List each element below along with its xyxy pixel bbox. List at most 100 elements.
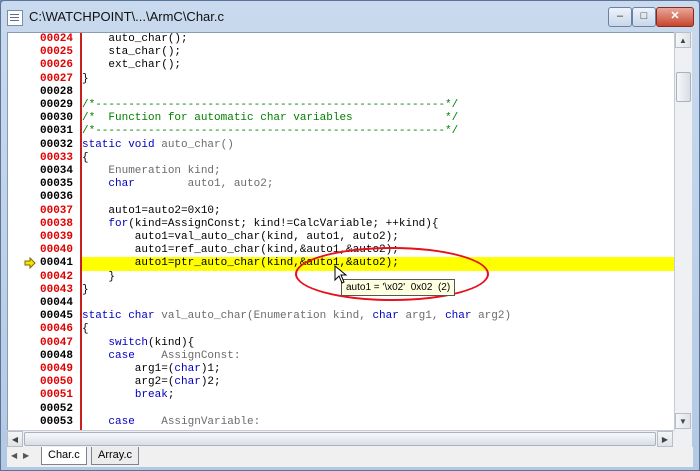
horizontal-scroll-thumb[interactable] [24, 432, 656, 446]
line-number[interactable]: 00051 [40, 389, 73, 402]
line-number[interactable]: 00036 [40, 191, 73, 204]
code-token: case [108, 415, 135, 428]
code-token: auto1, auto2; [134, 178, 274, 191]
line-number[interactable]: 00041 [40, 257, 73, 270]
code-line[interactable]: Enumeration kind; [82, 165, 674, 178]
code-token: switch [108, 336, 149, 349]
code-line[interactable]: static char val_auto_char(Enumeration ki… [82, 310, 674, 323]
minimize-button[interactable]: – [608, 7, 632, 27]
code-token: /*--------------------------------------… [82, 125, 459, 138]
line-number[interactable]: 00030 [40, 112, 73, 125]
code-token: } [82, 283, 89, 296]
code-line[interactable]: ext_char(); [82, 59, 674, 72]
code-line[interactable]: switch(kind){ [82, 337, 674, 350]
line-number[interactable]: 00032 [40, 139, 73, 152]
code-line[interactable]: { [82, 152, 674, 165]
code-token: val_auto_char(Enumeration kind, [161, 310, 373, 323]
code-token: arg1, [398, 310, 446, 323]
code-line[interactable]: { [82, 323, 674, 336]
line-number[interactable]: 00029 [40, 99, 73, 112]
code-token: )1; [200, 363, 221, 375]
code-line[interactable]: /* Function for automatic char variables… [82, 112, 674, 125]
code-line[interactable]: case AssignVariable: [82, 416, 674, 429]
line-number[interactable]: 00052 [40, 403, 73, 416]
code-token: )2; [200, 376, 221, 389]
code-token: auto1=val_auto_char(kind, auto1, auto2); [82, 231, 399, 243]
line-number[interactable]: 00026 [40, 59, 73, 72]
code-line[interactable]: /*--------------------------------------… [82, 125, 674, 138]
line-number[interactable]: 00045 [40, 310, 73, 323]
code-line[interactable]: /*--------------------------------------… [82, 99, 674, 112]
line-number[interactable]: 00053 [40, 416, 73, 429]
line-number[interactable]: 00025 [40, 46, 73, 59]
code-token: AssignConst: [134, 349, 241, 362]
tab-scroll-left-icon[interactable]: ◀ [11, 451, 17, 460]
line-number[interactable]: 00047 [40, 337, 73, 350]
line-number[interactable]: 00039 [40, 231, 73, 244]
code-token: for [108, 217, 129, 230]
code-line[interactable]: auto_char(); [82, 33, 674, 46]
code-line[interactable] [82, 191, 674, 204]
tab-scroll-right-icon[interactable]: ▶ [23, 451, 29, 460]
line-number-gutter[interactable]: 00024 00025 00026 00027 00028 00029 00030 00031… [8, 33, 82, 431]
source-editor[interactable]: 00024 00025 00026 00027 00028 00029 00030 00031… [7, 32, 675, 432]
code-token: char [372, 310, 399, 323]
code-line[interactable]: arg2=(char)2; [82, 376, 674, 389]
code-line[interactable]: auto1=val_auto_char(kind, auto1, auto2); [82, 231, 674, 244]
code-token: ext_char(); [82, 59, 182, 72]
line-number[interactable]: 00049 [40, 363, 73, 376]
line-number[interactable]: 00038 [40, 218, 73, 231]
code-area[interactable]: auto_char(); sta_char(); ext_char();} /*-… [82, 33, 674, 431]
line-number[interactable]: 00044 [40, 297, 73, 310]
line-number[interactable]: 00031 [40, 125, 73, 138]
code-token: char [174, 363, 201, 375]
scroll-left-button[interactable]: ◀ [7, 431, 23, 447]
code-line[interactable]: char auto1, auto2; [82, 178, 674, 191]
vertical-scrollbar[interactable]: ▲ ▼ [674, 32, 692, 430]
code-line[interactable]: static void auto_char() [82, 139, 674, 152]
line-number[interactable]: 00028 [40, 86, 73, 99]
title-bar[interactable]: C:\WATCHPOINT\...\ArmC\Char.c – □ ✕ [1, 1, 699, 31]
code-line[interactable]: arg1=(char)1; [82, 363, 674, 376]
window-title: C:\WATCHPOINT\...\ArmC\Char.c [29, 9, 225, 24]
code-token: ; [167, 389, 175, 402]
code-line[interactable]: auto1=auto2=0x10; [82, 205, 674, 218]
line-number[interactable]: 00037 [40, 205, 73, 218]
horizontal-scrollbar[interactable]: ◀ ▶ [7, 430, 674, 447]
line-number[interactable]: 00027 [40, 73, 73, 86]
code-line[interactable]: sta_char(); [82, 46, 674, 59]
line-number[interactable]: 00034 [40, 165, 73, 178]
tab-char-c[interactable]: Char.c [41, 447, 87, 465]
scroll-up-button[interactable]: ▲ [675, 32, 691, 48]
close-button[interactable]: ✕ [656, 7, 694, 27]
code-token: auto1=auto2=0x10; [82, 204, 221, 217]
tab-array-c[interactable]: Array.c [91, 447, 140, 465]
code-token: /* Function for automatic char variables… [82, 112, 459, 125]
line-number[interactable]: 00042 [40, 271, 73, 284]
line-number[interactable]: 00046 [40, 323, 73, 336]
code-line[interactable]: for(kind=AssignConst; kind!=CalcVariable… [82, 218, 674, 231]
code-token: (kind){ [148, 336, 195, 349]
code-line[interactable]: case AssignConst: [82, 350, 674, 363]
line-number[interactable]: 00040 [40, 244, 73, 257]
maximize-button[interactable]: □ [632, 7, 656, 27]
code-token: (kind=AssignConst; kind!=CalcVariable; +… [128, 217, 439, 230]
scroll-down-button[interactable]: ▼ [675, 413, 691, 429]
line-number[interactable]: 00048 [40, 350, 73, 363]
current-line-arrow-icon [24, 257, 36, 269]
code-token: { [82, 323, 89, 336]
line-number[interactable]: 00024 [40, 33, 73, 46]
code-line[interactable] [82, 403, 674, 416]
vertical-scroll-thumb[interactable] [676, 72, 691, 102]
line-number[interactable]: 00043 [40, 284, 73, 297]
scroll-right-button[interactable]: ▶ [657, 431, 673, 447]
code-token: arg2) [471, 310, 512, 323]
code-line[interactable]: break; [82, 389, 674, 402]
line-number[interactable]: 00035 [40, 178, 73, 191]
code-line[interactable]: } [82, 73, 674, 86]
line-number[interactable]: 00033 [40, 152, 73, 165]
line-number[interactable]: 00050 [40, 376, 73, 389]
code-line[interactable] [82, 86, 674, 99]
